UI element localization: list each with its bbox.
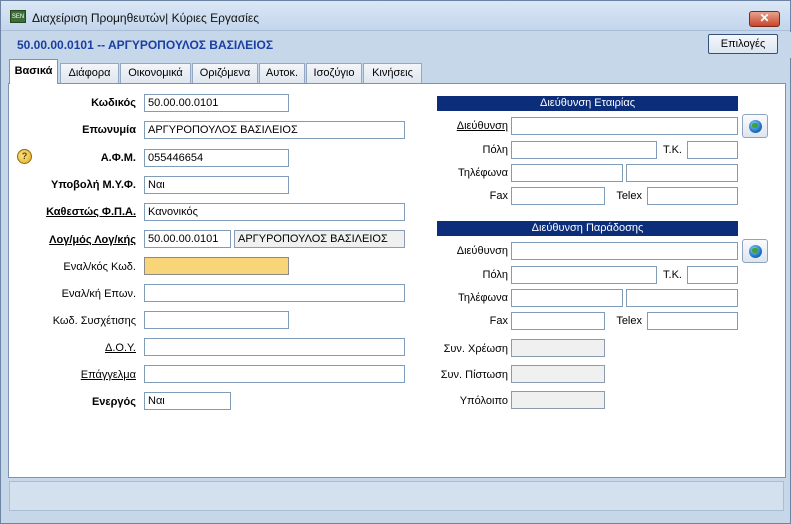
company-phone2-field[interactable]	[626, 164, 738, 182]
delivery-address-header: Διεύθυνση Παράδοσης	[437, 221, 738, 236]
account-description	[234, 230, 405, 248]
active-label: Ενεργός	[91, 396, 136, 408]
name-field[interactable]	[144, 121, 405, 139]
total-debit-field	[511, 339, 605, 357]
company-telex-label: Telex	[616, 190, 642, 202]
app-icon: SEN	[10, 10, 26, 23]
alt-code-label: Εναλ/κός Κωδ.	[63, 261, 136, 273]
company-address-label[interactable]: Διεύθυνση	[457, 120, 508, 132]
total-credit-label: Συν. Πίστωση	[440, 369, 508, 381]
profession-field[interactable]	[144, 365, 405, 383]
vat-field[interactable]	[144, 203, 405, 221]
tab-basic[interactable]: Βασικά	[9, 59, 58, 84]
company-address-field[interactable]	[511, 117, 738, 135]
delivery-city-label: Πόλη	[482, 269, 508, 281]
name-label: Επωνυμία	[82, 124, 136, 136]
record-title: 50.00.00.0101 -- ΑΡΓΥΡΟΠΟΥΛΟΣ ΒΑΣΙΛΕΙΟΣ	[17, 38, 274, 52]
alt-name-label: Εναλ/κή Επων.	[61, 288, 136, 300]
balance-label: Υπόλοιπο	[459, 395, 508, 407]
tab-user-defined[interactable]: Οριζόμενα	[192, 63, 258, 83]
tab-transactions[interactable]: Κινήσεις	[363, 63, 422, 83]
total-debit-label: Συν. Χρέωση	[443, 343, 508, 355]
delivery-tk-field[interactable]	[687, 266, 738, 284]
profession-label[interactable]: Επάγγελμα	[81, 369, 136, 381]
delivery-tk-label: Τ.Κ.	[663, 269, 682, 281]
code-label: Κωδικός	[91, 97, 136, 109]
doy-label[interactable]: Δ.Ο.Υ.	[105, 342, 136, 354]
options-button[interactable]: Επιλογές	[708, 34, 778, 54]
application-window: SEN Διαχείριση Προμηθευτών| Κύριες Εργασ…	[0, 0, 791, 524]
company-tk-field[interactable]	[687, 141, 738, 159]
myf-field[interactable]	[144, 176, 289, 194]
doy-field[interactable]	[144, 338, 405, 356]
delivery-phone2-field[interactable]	[626, 289, 738, 307]
company-fax-field[interactable]	[511, 187, 605, 205]
company-phones-label: Τηλέφωνα	[457, 167, 508, 179]
company-map-button[interactable]	[742, 114, 768, 138]
company-fax-label: Fax	[489, 190, 508, 202]
tab-balance[interactable]: Ισοζύγιο	[306, 63, 362, 83]
delivery-address-field[interactable]	[511, 242, 738, 260]
afm-field[interactable]	[144, 149, 289, 167]
delivery-telex-label: Telex	[616, 315, 642, 327]
tab-financial[interactable]: Οικονομικά	[120, 63, 191, 83]
delivery-address-label: Διεύθυνση	[456, 245, 508, 257]
active-field[interactable]	[144, 392, 231, 410]
rel-code-label: Κωδ. Συσχέτισης	[52, 315, 136, 327]
delivery-map-button[interactable]	[742, 239, 768, 263]
close-button[interactable]: ✕	[749, 11, 780, 27]
company-phone1-field[interactable]	[511, 164, 623, 182]
account-field[interactable]	[144, 230, 231, 248]
company-city-label: Πόλη	[482, 144, 508, 156]
vat-label[interactable]: Καθεστώς Φ.Π.Α.	[46, 206, 136, 218]
myf-label: Υποβολή Μ.Υ.Φ.	[51, 179, 136, 191]
alt-code-field[interactable]	[144, 257, 289, 275]
globe-icon	[749, 120, 762, 133]
rel-code-field[interactable]	[144, 311, 289, 329]
title-bar[interactable]: SEN Διαχείριση Προμηθευτών| Κύριες Εργασ…	[1, 1, 790, 31]
lookup-icon[interactable]: ?	[17, 149, 32, 164]
account-label[interactable]: Λογ/μός Λογ/κής	[49, 234, 136, 246]
delivery-telex-field[interactable]	[647, 312, 738, 330]
tab-misc[interactable]: Διάφορα	[60, 63, 119, 83]
company-telex-field[interactable]	[647, 187, 738, 205]
globe-icon	[749, 245, 762, 258]
tab-auto[interactable]: Αυτοκ.	[259, 63, 305, 83]
afm-label: Α.Φ.Μ.	[100, 152, 136, 164]
company-address-header: Διεύθυνση Εταιρίας	[437, 96, 738, 111]
code-field[interactable]	[144, 94, 289, 112]
delivery-fax-field[interactable]	[511, 312, 605, 330]
company-tk-label: Τ.Κ.	[663, 144, 682, 156]
window-title: Διαχείριση Προμηθευτών| Κύριες Εργασίες	[32, 11, 260, 25]
balance-field	[511, 391, 605, 409]
status-bar	[9, 481, 784, 511]
delivery-phone1-field[interactable]	[511, 289, 623, 307]
total-credit-field	[511, 365, 605, 383]
company-city-field[interactable]	[511, 141, 657, 159]
delivery-fax-label: Fax	[489, 315, 508, 327]
delivery-city-field[interactable]	[511, 266, 657, 284]
delivery-phones-label: Τηλέφωνα	[457, 292, 508, 304]
alt-name-field[interactable]	[144, 284, 405, 302]
